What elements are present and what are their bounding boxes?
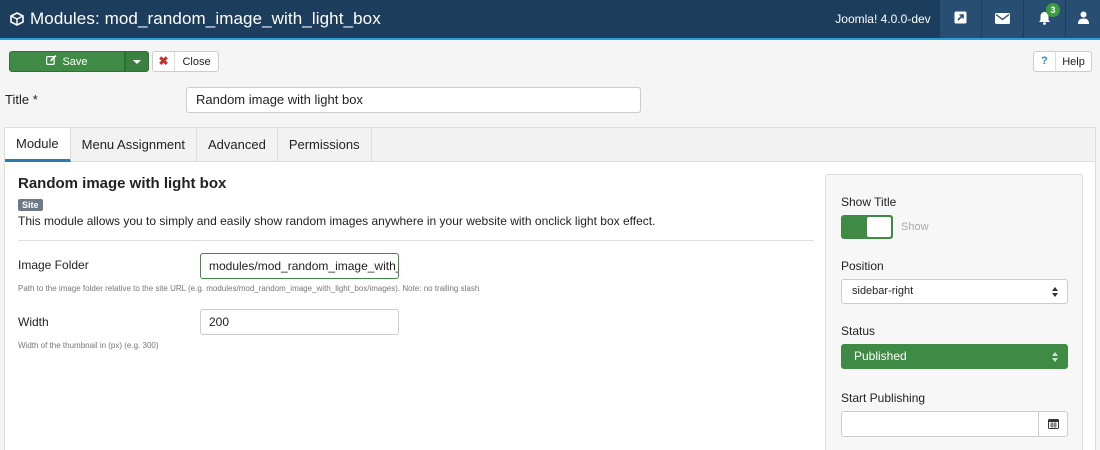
width-help: Width of the thumbnail in (px) (e.g. 300… [18, 341, 159, 350]
start-publishing-input[interactable] [841, 411, 1039, 437]
tab-menu-assignment[interactable]: Menu Assignment [71, 128, 197, 162]
select-arrows-icon [1052, 287, 1058, 297]
image-folder-help: Path to the image folder relative to the… [18, 284, 480, 293]
page-title: Modules: mod_random_image_with_light_box [30, 9, 381, 28]
module-heading: Random image with light box [18, 175, 227, 192]
external-link-icon [954, 11, 967, 27]
width-input[interactable]: 200 [200, 309, 399, 335]
notification-count-badge: 3 [1046, 3, 1060, 17]
module-sidebar: Show Title Show Position sidebar-right S… [825, 174, 1083, 450]
status-label: Status [841, 324, 876, 338]
save-options-dropdown[interactable] [125, 51, 149, 72]
help-button-label: Help [1062, 55, 1085, 68]
help-button[interactable]: ? Help [1033, 51, 1092, 72]
tab-bar: Module Menu Assignment Advanced Permissi… [4, 127, 1096, 162]
calendar-icon [1047, 417, 1059, 432]
start-publishing-label: Start Publishing [841, 391, 926, 405]
save-button[interactable]: Save [9, 51, 125, 72]
tab-permissions[interactable]: Permissions [278, 128, 372, 162]
module-description: This module allows you to simply and eas… [18, 214, 656, 228]
caret-down-icon [133, 59, 141, 64]
select-arrows-icon [1052, 352, 1058, 362]
image-folder-label: Image Folder [18, 258, 89, 272]
divider [18, 240, 814, 241]
site-badge: Site [18, 199, 43, 211]
show-title-label: Show Title [841, 195, 897, 209]
image-folder-input[interactable]: modules/mod_random_image_with_light_box/… [200, 253, 399, 279]
envelope-icon [995, 12, 1010, 27]
show-title-state: Show [901, 221, 929, 233]
width-label: Width [18, 315, 49, 329]
edit-icon [46, 55, 58, 68]
calendar-button[interactable] [1038, 411, 1068, 437]
position-select[interactable]: sidebar-right [841, 279, 1068, 304]
save-button-label: Save [62, 55, 88, 68]
user-icon [1077, 11, 1089, 27]
question-icon: ? [1034, 52, 1056, 71]
external-link-button[interactable] [939, 0, 981, 38]
version-link[interactable]: Joomla! 4.0.0-dev [828, 0, 938, 38]
tab-advanced[interactable]: Advanced [197, 128, 278, 162]
tab-module[interactable]: Module [5, 128, 71, 162]
close-button-label: Close [182, 55, 211, 68]
user-menu-button[interactable] [1065, 0, 1100, 38]
toggle-knob [867, 217, 891, 237]
status-selected: Published [854, 349, 907, 363]
cube-icon [10, 12, 24, 26]
messages-button[interactable] [981, 0, 1023, 38]
show-title-toggle[interactable] [841, 215, 893, 239]
position-selected: sidebar-right [852, 285, 914, 297]
close-button[interactable]: ✖ Close [152, 51, 219, 72]
title-input[interactable]: Random image with light box [186, 87, 641, 113]
notifications-button[interactable]: 3 [1023, 0, 1065, 38]
top-header: Modules: mod_random_image_with_light_box… [0, 0, 1100, 40]
position-label: Position [841, 259, 884, 273]
title-label: Title * [5, 92, 38, 107]
status-select[interactable]: Published [841, 344, 1068, 369]
close-icon: ✖ [153, 52, 175, 71]
